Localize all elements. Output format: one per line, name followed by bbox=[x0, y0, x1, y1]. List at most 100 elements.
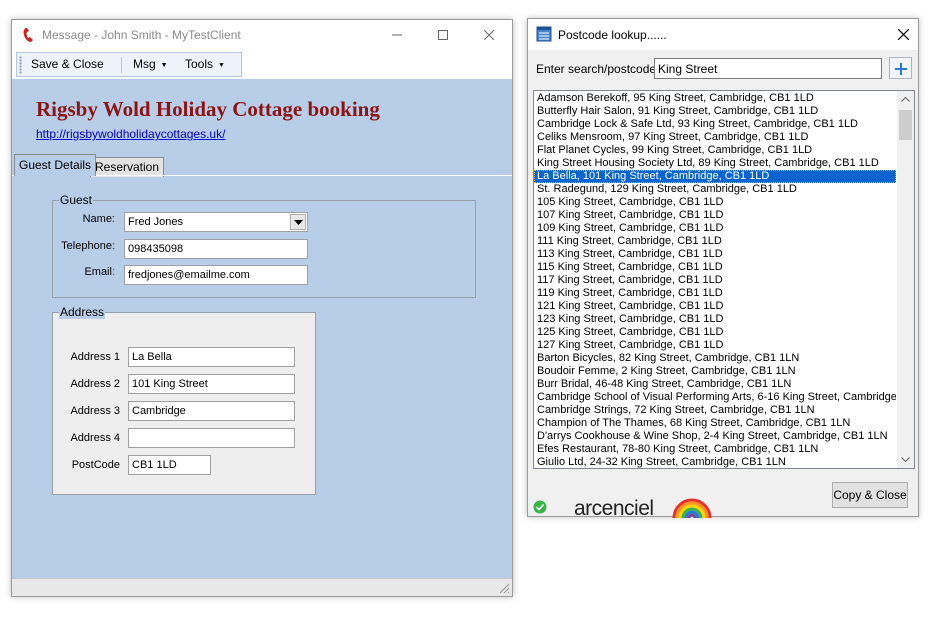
guest-legend: Guest bbox=[59, 193, 94, 207]
page-title: Rigsby Wold Holiday Cottage booking bbox=[36, 97, 380, 121]
minimize-icon bbox=[392, 34, 402, 36]
msg-menu-button[interactable]: Msg ▼ bbox=[133, 57, 168, 71]
list-item[interactable]: Giulio Ltd, 24-32 King Street, Cambridge… bbox=[534, 456, 896, 468]
chevron-down-icon bbox=[901, 457, 910, 462]
list-item[interactable]: 113 King Street, Cambridge, CB1 1LD bbox=[534, 248, 896, 261]
list-item[interactable]: 121 King Street, Cambridge, CB1 1LD bbox=[534, 300, 896, 313]
list-item[interactable]: 127 King Street, Cambridge, CB1 1LD bbox=[534, 339, 896, 352]
results-list-items: Adamson Berekoff, 95 King Street, Cambri… bbox=[534, 92, 896, 468]
maximize-button[interactable] bbox=[420, 20, 466, 50]
message-window-title: Message - John Smith - MyTestClient bbox=[42, 28, 241, 42]
message-titlebar[interactable]: Message - John Smith - MyTestClient bbox=[12, 20, 512, 50]
msg-menu-label: Msg bbox=[133, 57, 156, 71]
copy-close-button[interactable]: Copy & Close bbox=[832, 482, 908, 508]
name-dropdown-button[interactable] bbox=[290, 214, 306, 230]
email-field[interactable]: fredjones@emailme.com bbox=[124, 265, 308, 285]
tools-menu-label: Tools bbox=[185, 57, 214, 71]
address2-field[interactable]: 101 King Street bbox=[128, 374, 295, 394]
resize-grip-icon[interactable] bbox=[499, 583, 510, 594]
tab-reservation[interactable]: Reservation bbox=[90, 157, 165, 177]
scroll-down-button[interactable] bbox=[897, 451, 914, 468]
svg-text:arcenciel: arcenciel bbox=[574, 497, 654, 519]
list-item[interactable]: Boudoir Femme, 2 King Street, Cambridge,… bbox=[534, 365, 896, 378]
list-item[interactable]: Cambridge Lock & Safe Ltd, 93 King Stree… bbox=[534, 118, 896, 131]
close-icon bbox=[897, 28, 909, 41]
postcode-lookup-window: Postcode lookup...... Enter search/postc… bbox=[527, 18, 919, 520]
postcode-field[interactable]: CB1 1LD bbox=[128, 455, 211, 475]
address1-label: Address 1 bbox=[70, 351, 120, 363]
postcode-label: PostCode bbox=[71, 459, 120, 471]
tools-menu-button[interactable]: Tools ▼ bbox=[185, 57, 225, 71]
plus-icon bbox=[895, 63, 907, 75]
list-item[interactable]: Champion of The Thames, 68 King Street, … bbox=[534, 417, 896, 430]
tab-guest-details[interactable]: Guest Details bbox=[14, 154, 97, 176]
list-item[interactable]: Efes Restaurant, 78-80 King Street, Camb… bbox=[534, 443, 896, 456]
list-item[interactable]: 109 King Street, Cambridge, CB1 1LD bbox=[534, 222, 896, 235]
chevron-down-icon bbox=[294, 220, 303, 225]
telephone-field[interactable]: 098435098 bbox=[124, 239, 308, 259]
scroll-up-button[interactable] bbox=[897, 91, 914, 108]
arcenciel-logo-mark: arcenciel bbox=[574, 497, 712, 520]
list-item[interactable]: Burr Bridal, 46-48 King Street, Cambridg… bbox=[534, 378, 896, 391]
list-item[interactable]: St. Radegund, 129 King Street, Cambridge… bbox=[534, 183, 896, 196]
chevron-up-icon bbox=[901, 97, 910, 102]
address2-value: 101 King Street bbox=[132, 378, 208, 390]
list-item[interactable]: 115 King Street, Cambridge, CB1 1LD bbox=[534, 261, 896, 274]
postcode-close-button[interactable] bbox=[888, 19, 918, 50]
email-label: Email: bbox=[84, 266, 115, 278]
list-item[interactable]: Celiks Mensroom, 97 King Street, Cambrid… bbox=[534, 131, 896, 144]
address1-value: La Bella bbox=[132, 351, 172, 363]
list-item[interactable]: 119 King Street, Cambridge, CB1 1LD bbox=[534, 287, 896, 300]
list-item[interactable]: 117 King Street, Cambridge, CB1 1LD bbox=[534, 274, 896, 287]
list-item[interactable]: 125 King Street, Cambridge, CB1 1LD bbox=[534, 326, 896, 339]
list-item[interactable]: Cambridge School of Visual Performing Ar… bbox=[534, 391, 896, 404]
results-scrollbar[interactable] bbox=[897, 91, 914, 468]
toolbar-grip[interactable] bbox=[19, 56, 22, 74]
save-close-button[interactable]: Save & Close bbox=[31, 57, 104, 71]
website-link[interactable]: http://rigsbywoldholidaycottages.uk/ bbox=[36, 127, 225, 141]
search-input[interactable]: King Street bbox=[654, 58, 882, 79]
list-item[interactable]: 107 King Street, Cambridge, CB1 1LD bbox=[534, 209, 896, 222]
list-item[interactable]: Flat Planet Cycles, 99 King Street, Camb… bbox=[534, 144, 896, 157]
phone-icon bbox=[23, 28, 33, 42]
address2-label: Address 2 bbox=[70, 378, 120, 390]
list-item[interactable]: Barton Bicycles, 82 King Street, Cambrid… bbox=[534, 352, 896, 365]
message-client-area: Rigsby Wold Holiday Cottage booking http… bbox=[12, 79, 512, 578]
toolbar-separator bbox=[121, 57, 122, 73]
scroll-thumb[interactable] bbox=[899, 110, 912, 140]
chevron-down-icon: ▼ bbox=[218, 62, 225, 69]
save-close-label: Save & Close bbox=[31, 57, 104, 71]
address3-label: Address 3 bbox=[70, 405, 120, 417]
message-toolbar: Save & Close Msg ▼ Tools ▼ bbox=[16, 52, 242, 77]
arcenciel-logo: arcenciel bbox=[574, 493, 714, 522]
postcode-titlebar[interactable]: Postcode lookup...... bbox=[528, 19, 918, 50]
list-item[interactable]: Adamson Berekoff, 95 King Street, Cambri… bbox=[534, 92, 896, 105]
telephone-label: Telephone: bbox=[61, 240, 115, 252]
list-window-icon bbox=[536, 26, 552, 42]
list-item[interactable]: Cambridge Strings, 72 King Street, Cambr… bbox=[534, 404, 896, 417]
name-value: Fred Jones bbox=[128, 216, 184, 228]
list-item[interactable]: 123 King Street, Cambridge, CB1 1LD bbox=[534, 313, 896, 326]
list-item[interactable]: 111 King Street, Cambridge, CB1 1LD bbox=[534, 235, 896, 248]
status-bar bbox=[12, 578, 512, 596]
address3-field[interactable]: Cambridge bbox=[128, 401, 295, 421]
address1-field[interactable]: La Bella bbox=[128, 347, 295, 367]
close-button[interactable] bbox=[466, 20, 512, 50]
list-item[interactable]: King Street Housing Society Ltd, 89 King… bbox=[534, 157, 896, 170]
name-combo[interactable]: Fred Jones bbox=[124, 212, 308, 232]
address-legend: Address bbox=[59, 305, 106, 319]
list-item[interactable]: La Bella, 101 King Street, Cambridge, CB… bbox=[534, 170, 896, 183]
list-item[interactable]: Butterfly Hair Salon, 91 King Street, Ca… bbox=[534, 105, 896, 118]
name-label: Name: bbox=[82, 213, 115, 225]
results-list[interactable]: Adamson Berekoff, 95 King Street, Cambri… bbox=[533, 90, 915, 469]
close-icon bbox=[483, 29, 495, 41]
add-button[interactable] bbox=[889, 57, 912, 79]
address4-label: Address 4 bbox=[70, 432, 120, 444]
address4-field[interactable] bbox=[128, 428, 295, 448]
list-item[interactable]: 105 King Street, Cambridge, CB1 1LD bbox=[534, 196, 896, 209]
email-value: fredjones@emailme.com bbox=[128, 269, 250, 281]
search-value: King Street bbox=[658, 62, 718, 76]
minimize-button[interactable] bbox=[374, 20, 420, 50]
address3-value: Cambridge bbox=[132, 405, 186, 417]
list-item[interactable]: D'arrys Cookhouse & Wine Shop, 2-4 King … bbox=[534, 430, 896, 443]
